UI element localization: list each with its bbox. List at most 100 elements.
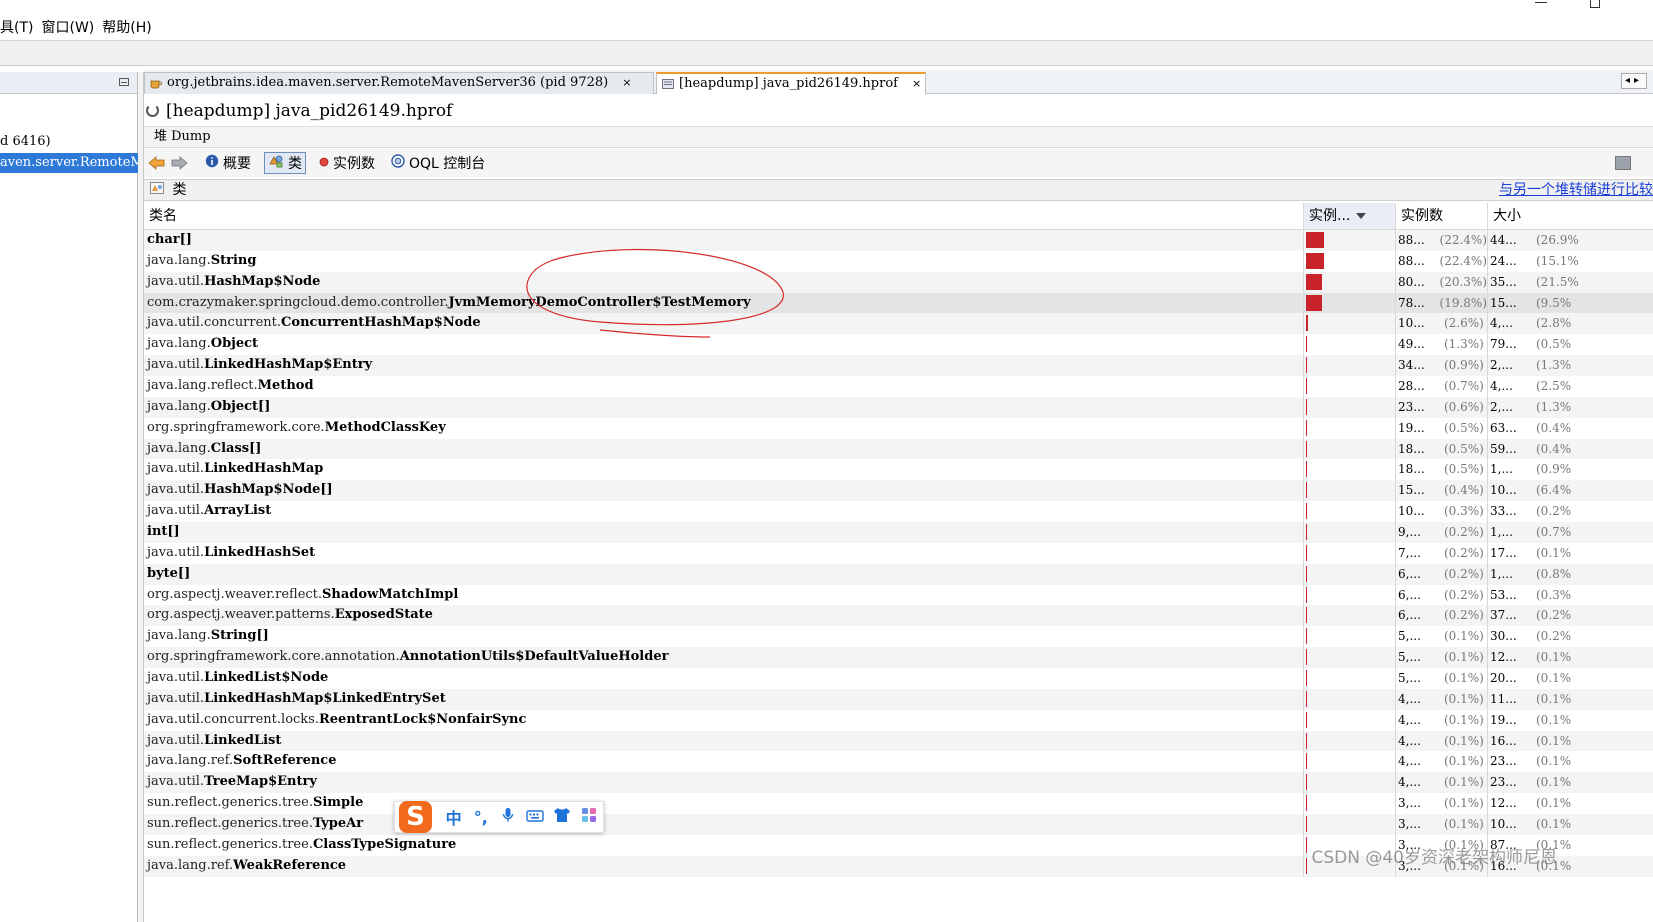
applications-panel: d 6416) aven.server.RemoteM <box>0 72 138 922</box>
instance-count-value: 18... <box>1398 462 1425 477</box>
instance-count-percent: (0.2%) <box>1444 608 1484 623</box>
table-row[interactable]: java.lang.Class[] 18... (0.5%) 59... (0.4% <box>144 438 1653 460</box>
size-percent: (0.1% <box>1536 796 1572 811</box>
ime-punctuation-button[interactable]: °, <box>467 808 494 827</box>
table-row[interactable]: java.lang.Object 49... (1.3%) 79... (0.5% <box>144 334 1653 356</box>
instance-count-percent: (0.1%) <box>1444 775 1484 790</box>
class-name-cell: byte[] <box>144 563 1304 585</box>
class-simple-name: LinkedHashMap$Entry <box>204 357 373 373</box>
instance-count-percent: (19.8%) <box>1439 295 1487 310</box>
back-arrow-icon[interactable] <box>148 156 166 170</box>
table-row[interactable]: org.springframework.core.annotation.Anno… <box>144 647 1653 669</box>
size-cell: 1,... (0.9% <box>1488 459 1653 480</box>
table-row[interactable]: java.util.concurrent.ConcurrentHashMap$N… <box>144 313 1653 335</box>
table-row[interactable]: java.util.LinkedHashMap$Entry 34... (0.9%)… <box>144 355 1653 377</box>
toolbar-summary-button[interactable]: 概要 <box>202 152 254 174</box>
compare-heapdump-link[interactable]: 与另一个堆转储进行比较 <box>1499 180 1653 200</box>
instance-count-value: 78... <box>1398 295 1425 310</box>
size-value: 1,... <box>1490 525 1513 540</box>
table-row[interactable]: java.lang.Object[] 23... (0.6%) 2,... (1.3% <box>144 396 1653 418</box>
column-header-instance-count[interactable]: 实例数 <box>1396 203 1488 229</box>
minimize-panel-icon[interactable] <box>119 78 129 86</box>
class-name-cell: java.lang.Class[] <box>144 438 1304 460</box>
menu-window[interactable]: 窗口(W) <box>41 17 94 37</box>
class-simple-name: ExposedState <box>334 607 433 623</box>
instance-count-percent: (0.1%) <box>1444 754 1484 769</box>
class-package: org.springframework.core.annotation. <box>147 649 400 665</box>
table-row[interactable]: java.util.HashMap$Node 80... (20.3%) 35... (… <box>144 271 1653 293</box>
toolbar-classes-button[interactable]: 类 <box>264 152 306 174</box>
instances-icon <box>319 155 329 171</box>
ime-chinese-mode-button[interactable]: 中 <box>440 805 467 829</box>
toolbar-oql-button[interactable]: OQL 控制台 <box>388 152 488 174</box>
table-row[interactable]: sun.reflect.generics.tree.TypeAr 3,... (0.… <box>144 814 1653 835</box>
class-simple-name: String <box>210 252 257 268</box>
table-row[interactable]: java.lang.String 88... (22.4%) 24... (15.1% <box>144 250 1653 272</box>
ime-microphone-icon[interactable] <box>494 807 521 827</box>
instance-count-value: 6,... <box>1398 587 1421 602</box>
snapshot-icon[interactable] <box>1615 156 1631 170</box>
table-row[interactable]: java.util.LinkedList$Node 5,... (0.1%) 20..… <box>144 668 1653 689</box>
class-package: sun.reflect.generics.tree. <box>147 816 313 832</box>
table-row[interactable]: java.lang.reflect.Method 28... (0.7%) 4,...… <box>144 376 1653 397</box>
tab-maven-server[interactable]: org.jetbrains.idea.maven.server.RemoteMa… <box>144 72 654 94</box>
tab-heapdump[interactable]: [heapdump] java_pid26149.hprof × <box>656 72 926 94</box>
forward-arrow-icon[interactable] <box>170 156 188 170</box>
ime-keyboard-icon[interactable] <box>522 808 549 827</box>
left-tree-item-process[interactable]: d 6416) <box>0 132 138 152</box>
table-row[interactable]: java.util.LinkedHashSet 7,... (0.2%) 17... (… <box>144 542 1653 564</box>
instance-count-percent: (0.1%) <box>1444 733 1484 748</box>
column-header-instances-bar[interactable]: 实例... <box>1304 203 1396 229</box>
class-name-cell: java.lang.Object <box>144 334 1304 356</box>
table-row[interactable]: sun.reflect.generics.tree.Simple 3,... (0.… <box>144 793 1653 815</box>
classes-section-header: 类 与另一个堆转储进行比较 <box>144 179 1653 201</box>
instance-count-cell: 4,... (0.1%) <box>1396 751 1488 773</box>
class-name-cell: char[] <box>144 230 1304 251</box>
table-row[interactable]: byte[] 6,... (0.2%) 1,... (0.8% <box>144 563 1653 585</box>
ime-toolbox-icon[interactable] <box>576 807 603 827</box>
tab-scroll-arrows-icon[interactable]: ◂▸ <box>1621 73 1647 89</box>
class-package: java.util. <box>147 690 205 706</box>
table-row[interactable]: org.springframework.core.MethodClassKey 1… <box>144 417 1653 439</box>
size-percent: (26.9% <box>1536 233 1579 247</box>
instance-count-value: 80... <box>1398 274 1425 289</box>
table-row[interactable]: java.util.ArrayList 10... (0.3%) 33... (0.2% <box>144 501 1653 523</box>
table-row[interactable]: org.aspectj.weaver.patterns.ExposedState… <box>144 605 1653 627</box>
table-row[interactable]: java.util.TreeMap$Entry 4,... (0.1%) 23... (… <box>144 772 1653 794</box>
table-row[interactable]: org.aspectj.weaver.reflect.ShadowMatchIm… <box>144 584 1653 606</box>
instance-count-cell: 18... (0.5%) <box>1396 459 1488 481</box>
table-row[interactable]: java.util.LinkedHashMap 18... (0.5%) 1,... (… <box>144 459 1653 481</box>
class-name-cell: org.springframework.core.MethodClassKey <box>144 417 1304 439</box>
class-name-cell: java.util.concurrent.locks.ReentrantLock… <box>144 709 1304 731</box>
instance-count-percent: (22.4%) <box>1439 253 1487 268</box>
class-package: java.lang. <box>147 252 211 268</box>
menu-help[interactable]: 帮助(H) <box>102 17 151 37</box>
ime-skin-icon[interactable] <box>549 807 576 827</box>
table-row[interactable]: java.util.concurrent.locks.ReentrantLock… <box>144 709 1653 731</box>
table-row[interactable]: java.lang.ref.SoftReference 4,... (0.1%) 23… <box>144 751 1653 773</box>
size-value: 23... <box>1490 775 1517 790</box>
table-row[interactable]: com.crazymaker.springcloud.demo.controll… <box>144 292 1653 314</box>
table-row[interactable]: char[] 88... (22.4%) 44... (26.9% <box>144 230 1653 251</box>
window-restore-icon[interactable] <box>1590 0 1600 8</box>
table-row[interactable]: java.lang.String[] 5,... (0.1%) 30... (0.2% <box>144 626 1653 648</box>
window-minimize-icon[interactable] <box>1535 0 1547 3</box>
column-header-class-name[interactable]: 类名 <box>144 203 1304 229</box>
menu-tools[interactable]: 具(T) <box>0 17 33 37</box>
tab-close-icon[interactable]: × <box>912 77 921 90</box>
table-row[interactable]: java.util.LinkedHashMap$LinkedEntrySet 4,… <box>144 688 1653 710</box>
class-package: java.util. <box>147 357 205 373</box>
toolbar-instances-button[interactable]: 实例数 <box>316 152 378 174</box>
size-value: 12... <box>1490 650 1517 665</box>
column-header-instances-bar-label: 实例... <box>1309 208 1351 224</box>
ime-logo-icon[interactable]: S <box>399 801 432 833</box>
table-row[interactable]: java.util.HashMap$Node[] 15... (0.4%) 10...… <box>144 480 1653 502</box>
instance-count-value: 5,... <box>1398 650 1421 665</box>
column-header-size[interactable]: 大小 <box>1488 203 1653 229</box>
tab-close-icon[interactable]: × <box>622 76 631 89</box>
table-row[interactable]: java.util.LinkedList 4,... (0.1%) 16... (0.1… <box>144 730 1653 752</box>
left-tree-item-maven-server[interactable]: aven.server.RemoteM <box>0 153 138 173</box>
toolbar-oql-label: OQL 控制台 <box>409 156 486 172</box>
table-row[interactable]: int[] 9,... (0.2%) 1,... (0.7% <box>144 522 1653 543</box>
class-simple-name: HashMap$Node[] <box>204 482 333 498</box>
